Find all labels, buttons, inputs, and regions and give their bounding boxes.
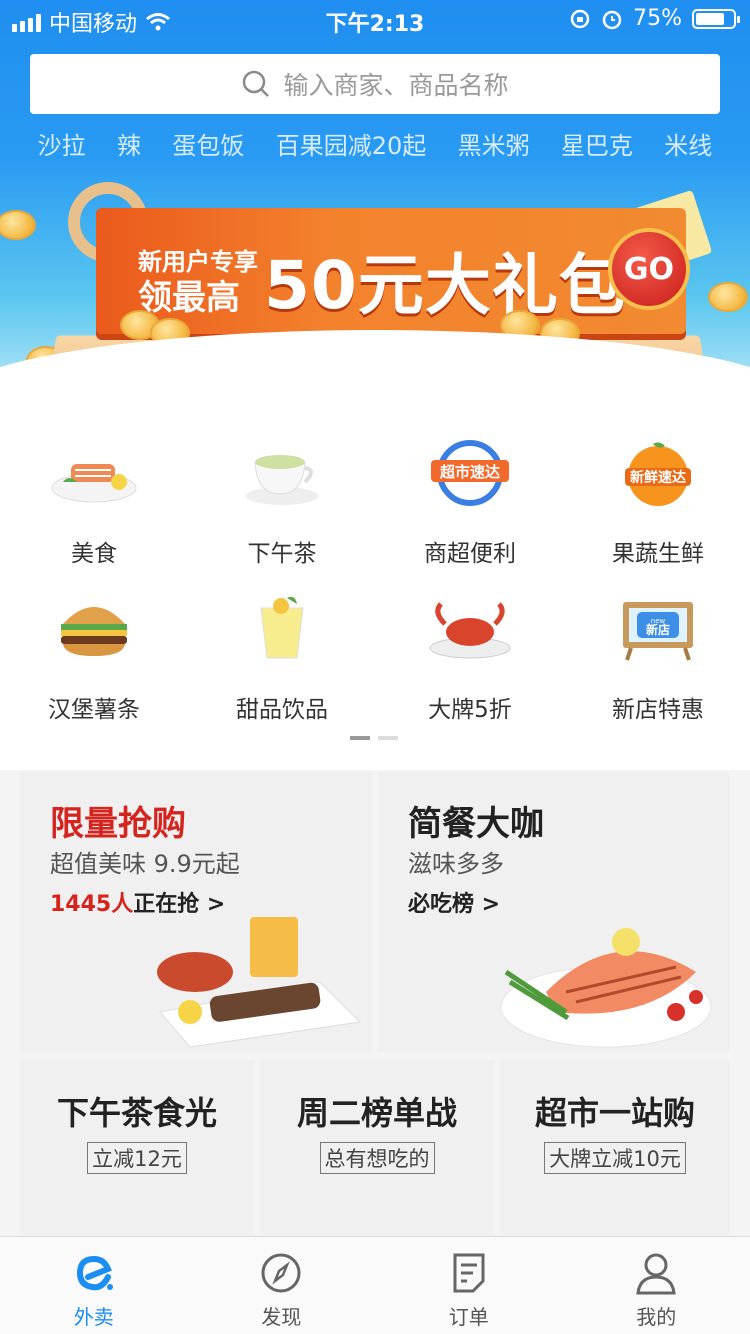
coin-icon [500,310,540,340]
tab-orders[interactable]: 订单 [375,1237,563,1334]
category-label: 新店特惠 [612,697,704,723]
hot-keyword[interactable]: 星巴克 [561,126,633,161]
tab-profile[interactable]: 我的 [563,1237,750,1334]
coin-icon [540,318,580,348]
promo-subtitle: 滋味多多 [408,850,504,878]
profile-icon [634,1251,678,1295]
tab-bar: 外卖 发现 订单 我的 [0,1236,750,1334]
small-card-title: 周二榜单战 [296,1094,457,1132]
order-icon [447,1251,491,1295]
small-card-title: 下午茶食光 [56,1094,217,1132]
small-card-tuesday-ranking[interactable]: 周二榜单战 总有想吃的 [260,1060,494,1260]
tab-label: 我的 [636,1305,677,1329]
promo-title: 限量抢购 [50,804,186,844]
salmon-plate-image [500,928,712,1048]
tray-text: GIFT PACKS [134,351,622,377]
promo-subtitle: 超值美味 9.9元起 [50,850,240,878]
page-indicator [350,736,398,740]
svg-text:新店: 新店 [646,622,670,637]
rotation-lock-icon [570,9,590,28]
hot-keywords: 沙拉 辣 蛋包饭 百果园减20起 黑米粥 星巴克 米线 [0,126,750,161]
flash-sale-card[interactable]: 限量抢购 超值美味 9.9元起 1445人正在抢 > [20,772,372,1052]
banner-headline: 50元大礼包 [264,247,626,324]
category-label: 汉堡薯条 [48,697,140,723]
category-label: 甜品饮品 [236,697,328,723]
category-supermarket[interactable]: 超市速达 商超便利 [376,428,564,568]
category-grid: 美食 下午茶 超市速达 商超便利 新鲜速达 果蔬生鲜 汉堡薯条 甜品饮品 大牌5… [0,400,750,770]
coin-icon [708,282,748,312]
tab-label: 发现 [261,1305,302,1329]
category-label: 大牌5折 [428,697,512,723]
battery-icon [692,8,740,29]
page-dot [378,736,398,740]
category-new-store[interactable]: new 新店 新店特惠 [564,584,750,724]
fruit-icon: 新鲜速达 [613,428,703,518]
category-big-brand[interactable]: 大牌5折 [376,584,564,724]
tab-label: 外卖 [73,1305,114,1329]
small-card-tag: 总有想吃的 [319,1142,435,1174]
food-platter-image [157,917,362,1048]
grab-count: 1445人 [50,892,134,917]
simple-meal-card[interactable]: 简餐大咖 滋味多多 必吃榜 > [378,772,730,1052]
gift-tray: GIFT PACKS [47,335,709,394]
alarm-icon [602,10,622,29]
hot-keyword[interactable]: 百果园减20起 [276,126,427,161]
banner-card: 新用户专享 领最高 50元大礼包 GO [96,208,690,334]
category-food[interactable]: 美食 [0,428,188,568]
tab-discover[interactable]: 发现 [188,1237,376,1334]
coffee-icon [237,428,327,518]
hot-keyword[interactable]: 蛋包饭 [172,126,244,161]
burger-icon [49,584,139,674]
category-label: 果蔬生鲜 [612,541,704,567]
hot-keyword[interactable]: 沙拉 [38,126,86,161]
search-placeholder: 输入商家、商品名称 [283,71,509,100]
svg-text:超市速达: 超市速达 [439,463,500,481]
category-label: 美食 [71,541,117,567]
new-store-icon: new 新店 [613,584,703,674]
small-card-afternoon-tea[interactable]: 下午茶食光 立减12元 [20,1060,254,1260]
tab-takeout[interactable]: 外卖 [0,1237,188,1334]
go-button[interactable]: GO [608,228,690,310]
hot-keyword[interactable]: 辣 [117,126,141,161]
dessert-icon [237,584,327,674]
category-burger[interactable]: 汉堡薯条 [0,584,188,724]
status-bar: 中国移动 下午2:13 75% [0,0,750,40]
small-card-tag: 大牌立减10元 [544,1142,686,1174]
page-dot [350,736,370,740]
svg-text:新鲜速达: 新鲜速达 [630,469,686,486]
small-card-title: 超市一站购 [534,1094,695,1132]
eleme-icon [72,1251,116,1295]
tab-label: 订单 [448,1305,489,1329]
supermarket-icon: 超市速达 [425,428,515,518]
search-bar[interactable]: 输入商家、商品名称 [30,54,720,114]
promo-link: 必吃榜 > [408,892,501,917]
category-label: 下午茶 [247,541,317,567]
category-dessert[interactable]: 甜品饮品 [188,584,376,724]
category-fresh[interactable]: 新鲜速达 果蔬生鲜 [564,428,750,568]
promo-title: 简餐大咖 [408,804,544,844]
category-afternoon-tea[interactable]: 下午茶 [188,428,376,568]
hot-keyword[interactable]: 黑米粥 [458,126,530,161]
compass-icon [259,1251,303,1295]
hot-keyword[interactable]: 米线 [664,126,712,161]
food-icon [49,428,139,518]
coin-icon [670,356,710,386]
lobster-icon [425,584,515,674]
battery-percent: 75% [633,6,682,31]
small-card-supermarket[interactable]: 超市一站购 大牌立减10元 [500,1060,730,1260]
coin-icon [0,210,36,240]
coin-icon [150,318,190,348]
promo-banner[interactable]: GIFT PACKS 新用户专享 领最高 50元大礼包 GO [0,170,750,400]
small-card-tag: 立减12元 [87,1142,187,1174]
banner-line2: 领最高 [138,278,240,318]
header: 中国移动 下午2:13 75% 输入商家、商品名称 沙拉 辣 蛋包饭 百果园减2… [0,0,750,400]
search-icon [243,70,270,97]
category-label: 商超便利 [424,541,516,567]
